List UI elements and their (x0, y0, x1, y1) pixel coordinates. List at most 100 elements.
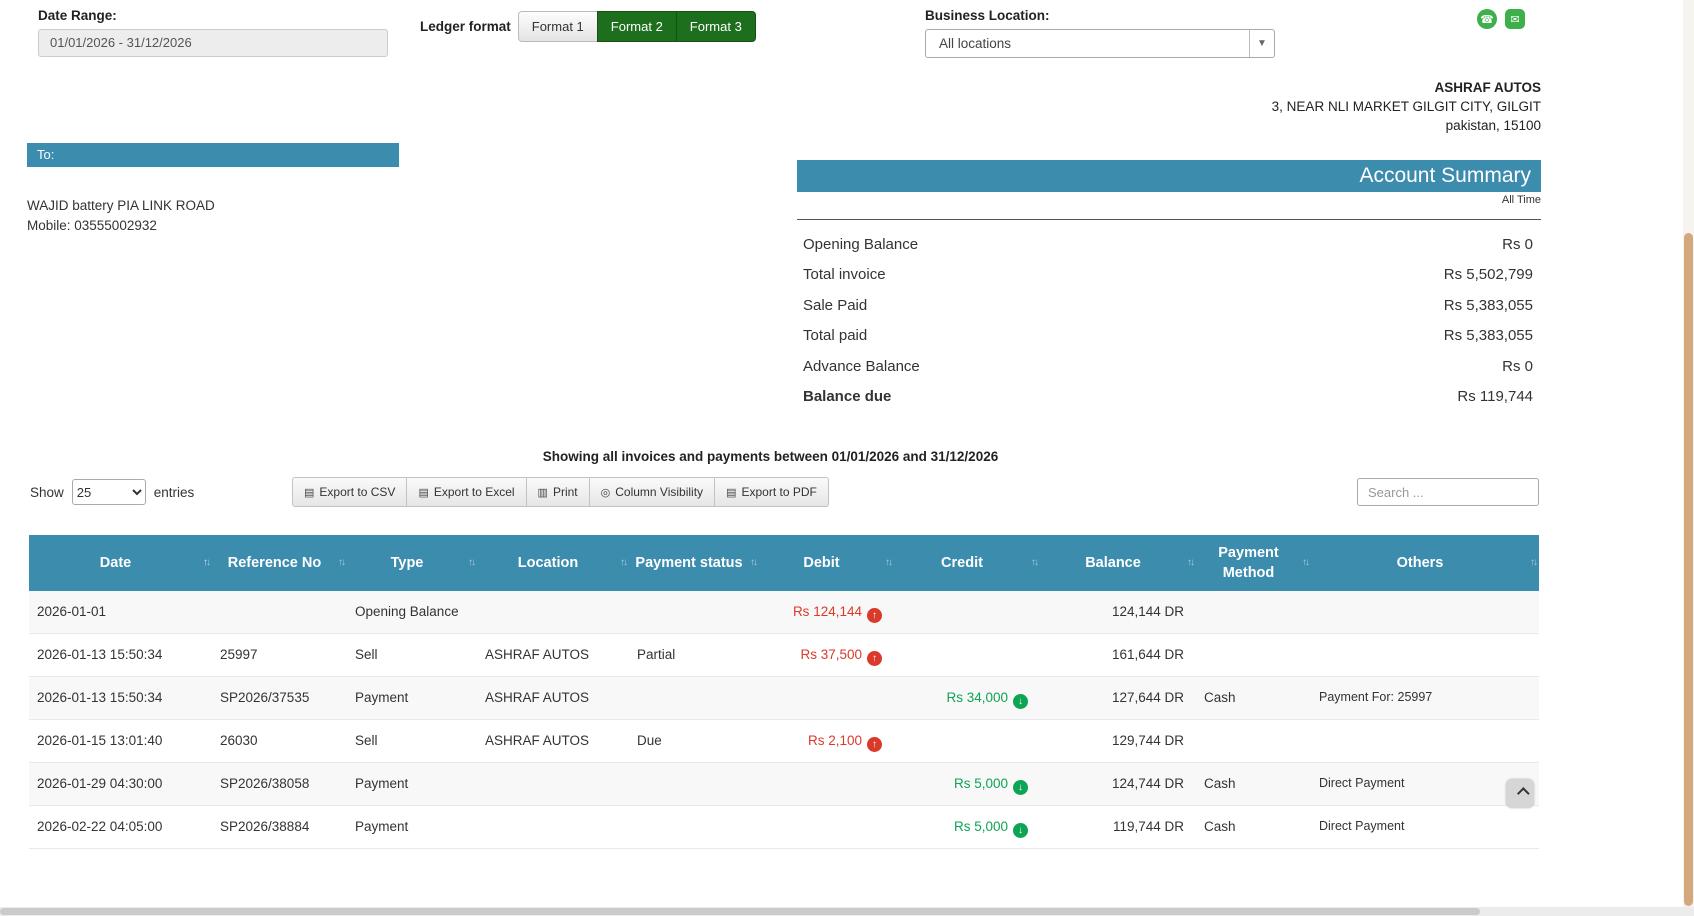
business-location-group: Business Location: All locations ▼ (925, 8, 1275, 58)
column-header-location[interactable]: Location ↑↓ (477, 535, 629, 591)
column-label: Debit (803, 555, 839, 571)
company-address: 3, NEAR NLI MARKET GILGIT CITY, GILGIT (1272, 97, 1541, 116)
cell-date: 2026-01-15 13:01:40 (29, 720, 212, 763)
sort-icon[interactable]: ↑↓ (620, 553, 626, 573)
summary-value: Rs 5,383,055 (1444, 297, 1533, 314)
email-icon[interactable]: ✉ (1505, 9, 1525, 29)
cell-credit (894, 591, 1040, 634)
cell-type: Payment (347, 806, 477, 849)
cell-type: Sell (347, 720, 477, 763)
sort-desc-icon: ↓ (1533, 557, 1536, 568)
summary-row: Total paid Rs 5,383,055 (797, 321, 1541, 352)
cell-payment-status (629, 677, 759, 720)
cell-balance: 161,644 DR (1040, 634, 1196, 677)
date-range-input[interactable]: 01/01/2026 - 31/12/2026 (38, 29, 388, 57)
debit-amount: Rs 124,144 (793, 604, 862, 619)
ledger-table: Date↑↓Reference No↑↓Type↑↓Location↑↓Paym… (29, 535, 1539, 849)
cell-payment-method: Cash (1196, 677, 1311, 720)
export-to-csv-button[interactable]: ▤Export to CSV (292, 477, 407, 507)
sort-icon[interactable]: ↑↓ (1031, 553, 1037, 573)
column-header-payment-status[interactable]: Payment status↑↓ (629, 535, 759, 591)
summary-label: Total paid (803, 327, 867, 344)
export-button-label: Export to CSV (319, 485, 395, 499)
cell-debit: Rs 124,144↑ (759, 591, 894, 634)
sort-icon[interactable]: ↑↓ (885, 553, 891, 573)
sort-desc-icon: ↓ (753, 557, 756, 568)
cell-balance: 119,744 DR (1040, 806, 1196, 849)
show-label: Show (30, 485, 64, 500)
cell-reference-no: SP2026/37535 (212, 677, 347, 720)
debit-amount: Rs 2,100 (808, 733, 862, 748)
column-label: Credit (941, 555, 983, 571)
cell-payment-status: Due (629, 720, 759, 763)
column-header-date[interactable]: Date↑↓ (29, 535, 212, 591)
column-header-type[interactable]: Type↑↓ (347, 535, 477, 591)
cell-credit (894, 720, 1040, 763)
cell-location (477, 591, 629, 634)
column-header-reference-no[interactable]: Reference No↑↓ (212, 535, 347, 591)
cell-payment-method: Cash (1196, 763, 1311, 806)
sort-icon[interactable]: ↑↓ (1187, 553, 1193, 573)
column-header-payment-method[interactable]: Payment Method ↑↓ (1196, 535, 1311, 591)
summary-label: Total invoice (803, 266, 886, 283)
cell-others: Direct Payment (1311, 806, 1539, 849)
summary-label: Balance due (803, 388, 891, 405)
column-label: Location (518, 555, 578, 571)
export-to-pdf-button[interactable]: ▤Export to PDF (714, 477, 829, 507)
column-visibility-button[interactable]: ◎Column Visibility (589, 477, 715, 507)
format-1-button[interactable]: Format 1 (518, 11, 598, 42)
cell-location: ASHRAF AUTOS (477, 634, 629, 677)
cell-debit (759, 677, 894, 720)
sort-icon[interactable]: ↑↓ (468, 553, 474, 573)
table-row: 2026-01-13 15:50:3425997SellASHRAF AUTOS… (29, 634, 1539, 677)
format-2-button[interactable]: Format 2 (597, 11, 677, 42)
cell-payment-status (629, 806, 759, 849)
cell-location (477, 763, 629, 806)
column-label: Payment Method (1218, 545, 1278, 581)
sort-icon[interactable]: ↑↓ (1530, 553, 1536, 573)
export-to-excel-button[interactable]: ▤Export to Excel (406, 477, 526, 507)
sort-icon[interactable]: ↑↓ (1302, 553, 1308, 573)
cell-others (1311, 720, 1539, 763)
sort-desc-icon: ↓ (206, 557, 209, 568)
cell-date: 2026-01-01 (29, 591, 212, 634)
print-button[interactable]: ▥Print (526, 477, 590, 507)
credit-down-icon: ↓ (1013, 780, 1028, 795)
table-row: 2026-01-13 15:50:34SP2026/37535PaymentAS… (29, 677, 1539, 720)
cell-payment-method (1196, 591, 1311, 634)
business-location-label: Business Location: (925, 8, 1275, 23)
sort-icon[interactable]: ↑↓ (338, 553, 344, 573)
summary-value: Rs 5,383,055 (1444, 327, 1533, 344)
column-header-others[interactable]: Others↑↓ (1311, 535, 1539, 591)
account-summary-section: Account Summary All Time Opening Balance… (797, 160, 1541, 412)
cell-credit: Rs 5,000↓ (894, 806, 1040, 849)
column-label: Balance (1085, 555, 1141, 571)
cell-date: 2026-02-22 04:05:00 (29, 806, 212, 849)
business-location-select[interactable]: All locations ▼ (925, 29, 1275, 58)
sort-icon[interactable]: ↑↓ (750, 553, 756, 573)
cell-type: Opening Balance (347, 591, 477, 634)
cell-payment-status (629, 591, 759, 634)
cell-payment-method (1196, 720, 1311, 763)
column-header-credit[interactable]: Credit ↑↓ (894, 535, 1040, 591)
cell-type: Sell (347, 634, 477, 677)
cell-debit: Rs 37,500↑ (759, 634, 894, 677)
whatsapp-icon[interactable]: ☎ (1477, 9, 1497, 29)
entries-select[interactable]: 25 (72, 479, 146, 505)
table-row: 2026-02-22 04:05:00SP2026/38884PaymentRs… (29, 806, 1539, 849)
vertical-scrollbar-thumb[interactable] (1684, 233, 1693, 906)
horizontal-scrollbar-thumb[interactable] (0, 908, 1480, 915)
sort-icon[interactable]: ↑↓ (203, 553, 209, 573)
column-header-debit[interactable]: Debit ↑↓ (759, 535, 894, 591)
summary-label: Advance Balance (803, 358, 920, 375)
format-3-button[interactable]: Format 3 (676, 11, 756, 42)
ledger-format-group: Ledger format Format 1 Format 2 Format 3 (420, 11, 756, 42)
contact-ledger-page: Date Range: 01/01/2026 - 31/12/2026 Ledg… (0, 0, 1694, 916)
cell-payment-status: Partial (629, 634, 759, 677)
search-input[interactable] (1357, 478, 1539, 506)
column-header-balance[interactable]: Balance ↑↓ (1040, 535, 1196, 591)
credit-down-icon: ↓ (1013, 694, 1028, 709)
cell-balance: 129,744 DR (1040, 720, 1196, 763)
chevron-down-icon: ▼ (1249, 30, 1274, 57)
scroll-to-top-button[interactable] (1506, 779, 1534, 808)
